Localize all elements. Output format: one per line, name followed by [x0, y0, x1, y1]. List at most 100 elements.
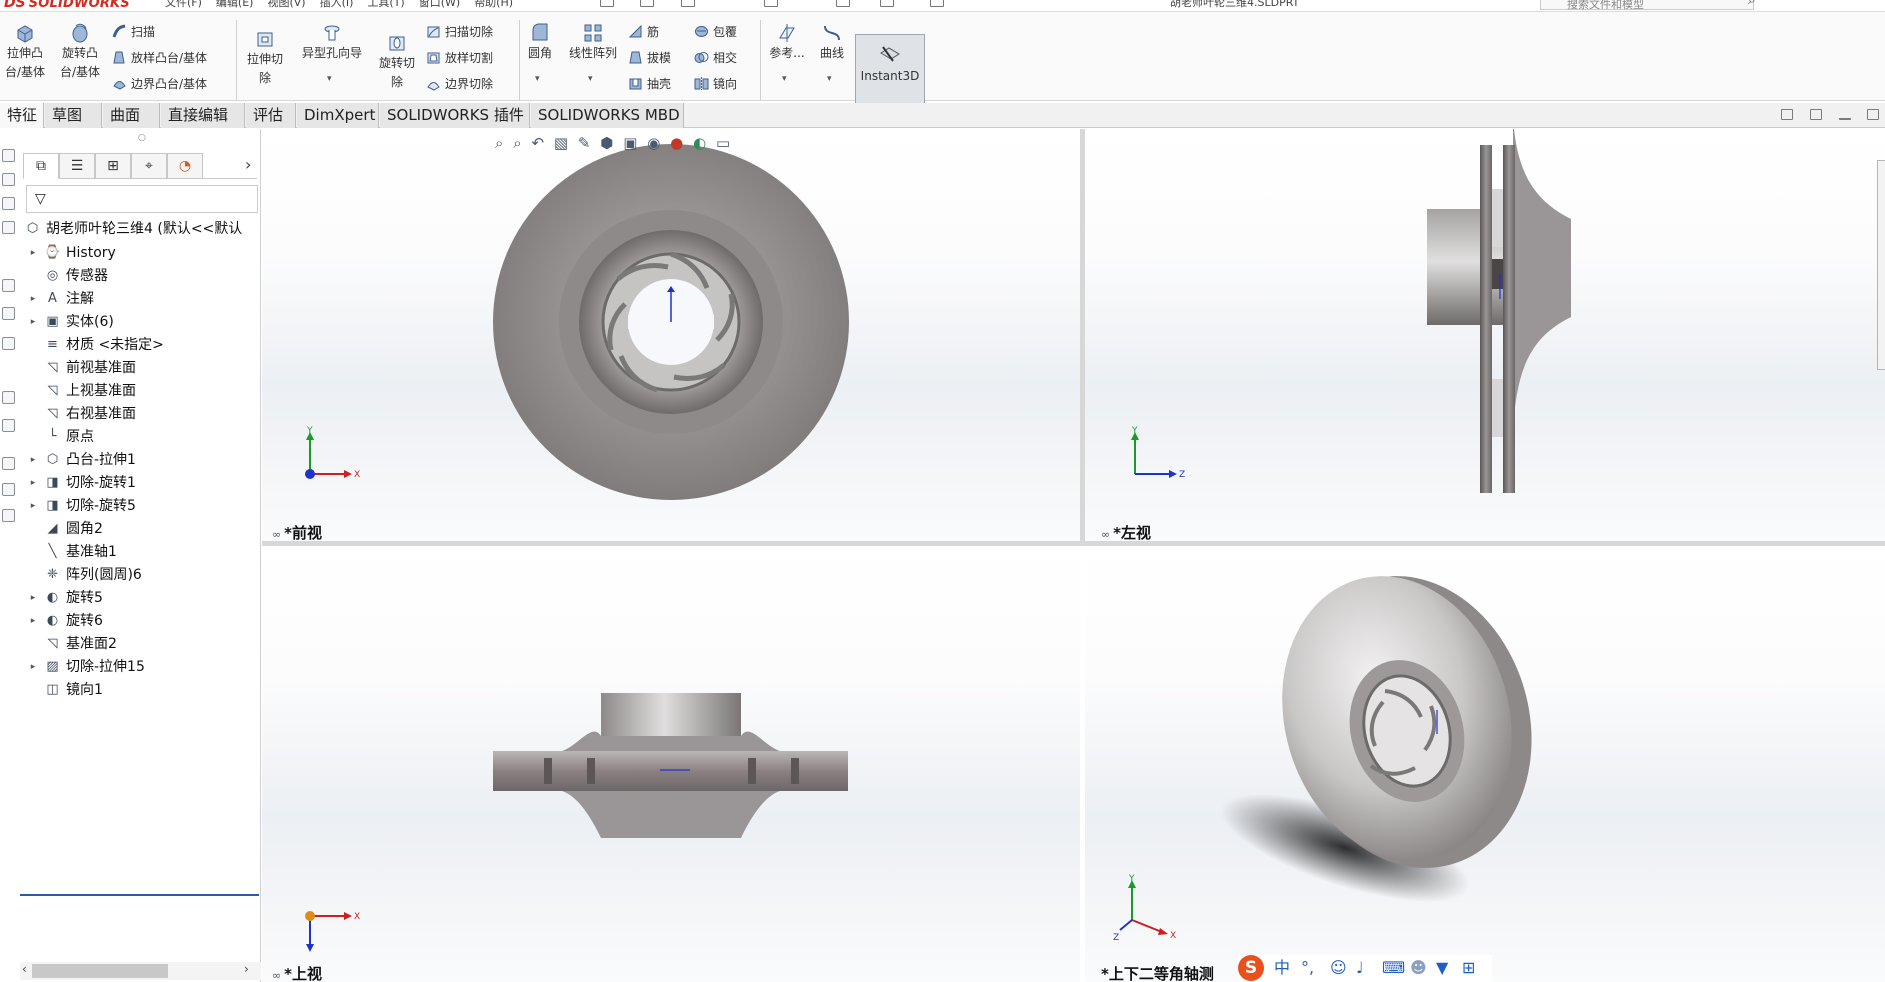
- tree-item[interactable]: ◹ 前视基准面: [20, 357, 261, 379]
- tree-item[interactable]: ▸ ⌚ History: [20, 242, 261, 264]
- chevron-right-icon[interactable]: ▸: [28, 449, 38, 471]
- keyboard-icon[interactable]: ⌨: [1382, 958, 1405, 978]
- scroll-left-icon[interactable]: ‹: [22, 962, 27, 976]
- panel-grip-icon[interactable]: ○: [138, 133, 146, 143]
- tree-item[interactable]: ≡ 材质 <未指定>: [20, 334, 261, 356]
- skin-icon[interactable]: ▼: [1436, 958, 1448, 978]
- apply-scene-icon[interactable]: ◐: [693, 134, 706, 152]
- scroll-right-icon[interactable]: ›: [244, 962, 249, 976]
- tab-solidworks-mbd[interactable]: SOLIDWORKS MBD: [531, 103, 684, 128]
- sweep-button[interactable]: 扫描: [112, 24, 155, 40]
- ime-punctuation-mode[interactable]: °,: [1301, 958, 1314, 978]
- menu-edit[interactable]: 编辑(E): [216, 0, 254, 10]
- toolbox-icon[interactable]: ⊞: [1462, 958, 1475, 978]
- tree-item[interactable]: ▸ A 注解: [20, 288, 261, 310]
- dynamic-annotation-icon[interactable]: ✎: [578, 134, 591, 152]
- tab-features[interactable]: 特征: [0, 103, 44, 128]
- strip-part-icon[interactable]: [2, 483, 15, 496]
- linear-pattern-dropdown[interactable]: ▾: [588, 70, 593, 89]
- tab-evaluate[interactable]: 评估: [246, 103, 296, 128]
- tab-direct-editing[interactable]: 直接编辑: [161, 103, 245, 128]
- extrude-cut-button[interactable]: 拉伸切 除: [240, 28, 290, 88]
- draft-button[interactable]: 拔模: [628, 50, 671, 66]
- fillet-button[interactable]: 圆角 ▾: [523, 22, 557, 84]
- chevron-right-icon[interactable]: ▸: [28, 587, 38, 609]
- tree-item[interactable]: ▸ ▣ 实体(6): [20, 311, 261, 333]
- dimxpert-manager-tab[interactable]: ⌖: [131, 153, 167, 179]
- instant3d-button[interactable]: Instant3D: [855, 34, 925, 110]
- view-settings-icon[interactable]: ▭: [716, 134, 730, 152]
- link-views-icon[interactable]: ∞: [1101, 528, 1110, 541]
- tree-root-part[interactable]: ⬡ 胡老师叶轮三维4 (默认<<默认: [20, 218, 261, 240]
- rollback-bar[interactable]: [20, 894, 259, 896]
- display-manager-tab[interactable]: ◔: [167, 153, 203, 179]
- property-manager-tab[interactable]: ☰: [59, 153, 95, 179]
- tree-item[interactable]: ❈ 阵列(圆周)6: [20, 564, 261, 586]
- chevron-right-icon[interactable]: ▸: [28, 242, 38, 264]
- display-style-icon[interactable]: ▣: [623, 134, 637, 152]
- tree-item[interactable]: ▸ ◐ 旋转5: [20, 587, 261, 609]
- intersect-button[interactable]: 相交: [694, 50, 737, 66]
- hole-wizard-dropdown[interactable]: ▾: [327, 70, 332, 89]
- sogou-logo-icon[interactable]: S: [1238, 955, 1264, 981]
- task-pane-tab[interactable]: [1877, 160, 1885, 370]
- tree-item[interactable]: ▸ ◐ 旋转6: [20, 610, 261, 632]
- next-window-icon[interactable]: [1809, 109, 1822, 120]
- viewport-front[interactable]: [262, 129, 1080, 541]
- section-view-icon[interactable]: ▧: [554, 134, 568, 152]
- strip-part-icon[interactable]: [2, 337, 15, 350]
- chevron-right-icon[interactable]: ▸: [28, 288, 38, 310]
- tree-item[interactable]: ▸ ◨ 切除-旋转1: [20, 472, 261, 494]
- chevron-right-icon[interactable]: ›: [245, 155, 251, 174]
- chevron-right-icon[interactable]: ▸: [28, 495, 38, 517]
- print-icon[interactable]: [764, 0, 778, 7]
- mirror-button[interactable]: 镜向: [694, 76, 737, 92]
- strip-display-icon[interactable]: [2, 457, 15, 470]
- minimize-icon[interactable]: [1838, 112, 1851, 120]
- tab-dimxpert[interactable]: DimXpert: [297, 103, 379, 128]
- curves-button[interactable]: 曲线 ▾: [812, 22, 852, 84]
- menu-help[interactable]: 帮助(H): [474, 0, 513, 10]
- open-document-icon[interactable]: [681, 0, 695, 7]
- boundary-boss-button[interactable]: 边界凸台/基体: [112, 76, 207, 92]
- tree-item[interactable]: └ 原点: [20, 426, 261, 448]
- rib-button[interactable]: 筋: [628, 24, 659, 40]
- tree-item[interactable]: ◹ 上视基准面: [20, 380, 261, 402]
- boundary-cut-button[interactable]: 边界切除: [426, 76, 493, 92]
- viewport-isometric[interactable]: [1085, 546, 1885, 982]
- strip-sketch-icon[interactable]: [2, 391, 15, 404]
- emoji-icon[interactable]: ☺: [1330, 958, 1347, 978]
- strip-part-icon[interactable]: [2, 509, 15, 522]
- strip-part-icon[interactable]: [2, 279, 15, 292]
- tab-surfaces[interactable]: 曲面: [103, 103, 160, 128]
- rebuild-icon[interactable]: [880, 0, 894, 7]
- link-views-icon[interactable]: ∞: [272, 528, 281, 541]
- strip-part-icon[interactable]: [2, 221, 15, 234]
- configuration-manager-tab[interactable]: ⊞: [95, 153, 131, 179]
- extrude-boss-button[interactable]: 拉伸凸 台/基体: [0, 22, 50, 82]
- tree-item[interactable]: ▸ ◨ 切除-旋转5: [20, 495, 261, 517]
- menu-tools[interactable]: 工具(T): [367, 0, 404, 10]
- tree-item[interactable]: ╲ 基准轴1: [20, 541, 261, 563]
- zoom-to-area-icon[interactable]: ⌕: [513, 134, 521, 152]
- strip-part-icon[interactable]: [2, 197, 15, 210]
- edit-appearance-icon[interactable]: ●: [670, 134, 683, 152]
- strip-part-icon[interactable]: [2, 173, 15, 186]
- revolve-boss-button[interactable]: 旋转凸 台/基体: [55, 22, 105, 82]
- chevron-right-icon[interactable]: ▸: [28, 472, 38, 494]
- ime-language-mode[interactable]: 中: [1274, 958, 1290, 978]
- viewport-top[interactable]: [262, 546, 1080, 982]
- options-gear-icon[interactable]: [930, 0, 944, 7]
- loft-cut-button[interactable]: 放样切割: [426, 50, 493, 66]
- reference-geometry-button[interactable]: 参考... ▾: [764, 22, 810, 84]
- feature-manager-tab[interactable]: ⧉: [23, 153, 59, 179]
- search-input[interactable]: 搜索文件和模型: [1540, 0, 1754, 11]
- pin-icon[interactable]: [600, 0, 614, 7]
- scrollbar-thumb[interactable]: [32, 964, 168, 978]
- previous-window-icon[interactable]: [1781, 109, 1793, 120]
- strip-sketch-icon[interactable]: [2, 419, 15, 432]
- tree-item[interactable]: ◹ 基准面2: [20, 633, 261, 655]
- hide-show-items-icon[interactable]: ◉: [647, 134, 660, 152]
- solidworks-logo[interactable]: DS SOLIDWORKS: [4, 0, 142, 11]
- strip-part-icon[interactable]: [2, 149, 15, 162]
